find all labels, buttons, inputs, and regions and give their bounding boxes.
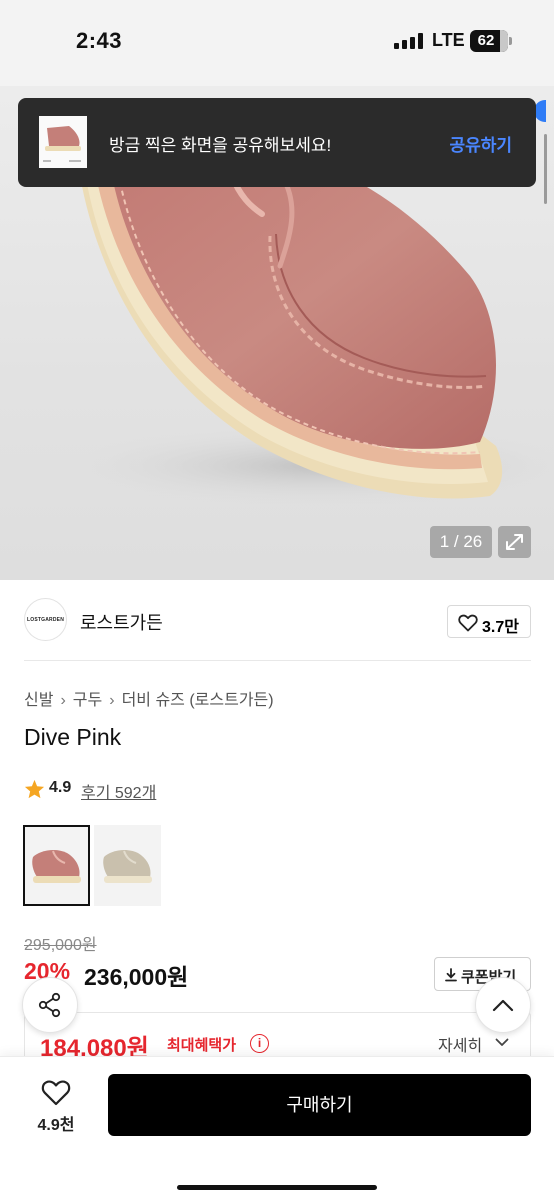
- share-icon: [38, 992, 61, 1018]
- star-icon: [24, 779, 45, 799]
- home-indicator: [177, 1185, 377, 1190]
- heart-icon: [41, 1080, 71, 1106]
- detail-label: 자세히: [438, 1038, 483, 1055]
- breadcrumb: 신발 › 구두 › 더비 슈즈 (로스트가든): [24, 686, 274, 710]
- download-icon: [445, 968, 457, 982]
- signal-icon: [394, 33, 424, 49]
- battery-icon: 62: [470, 30, 512, 52]
- sale-price: 236,000원: [84, 964, 189, 990]
- product-title: Dive Pink: [24, 724, 122, 750]
- screenshot-thumbnail: [39, 116, 87, 168]
- brand-like-button[interactable]: 3.7만: [447, 605, 531, 638]
- breadcrumb-item[interactable]: 구두: [73, 692, 102, 709]
- benefit-detail-button[interactable]: 자세히: [438, 1032, 509, 1056]
- buy-button[interactable]: 구매하기: [108, 1074, 531, 1136]
- scroll-top-fab[interactable]: [475, 977, 531, 1033]
- network-label: LTE: [432, 30, 465, 50]
- divider: [24, 660, 531, 661]
- wishlist-button[interactable]: 4.9천: [26, 1075, 86, 1139]
- info-icon[interactable]: i: [250, 1034, 269, 1053]
- chevron-right-icon: ›: [60, 692, 66, 709]
- max-benefit-label: 최대혜택가: [167, 1037, 237, 1054]
- brand-logo[interactable]: LOSTGARDEN: [24, 598, 67, 641]
- breadcrumb-item[interactable]: 신발: [24, 692, 53, 709]
- chevron-down-icon: [495, 1038, 509, 1046]
- chevron-up-icon: [492, 999, 514, 1012]
- battery-level: 62: [477, 32, 495, 49]
- color-swatch-beige[interactable]: [94, 825, 161, 906]
- toast-message: 방금 찍은 화면을 공유해보세요!: [109, 136, 332, 155]
- status-bar: 2:43 LTE 62: [0, 0, 554, 86]
- image-counter: 1 / 26: [430, 526, 492, 558]
- color-swatch-pink[interactable]: [23, 825, 90, 906]
- heart-icon: [458, 614, 478, 632]
- breadcrumb-item[interactable]: 더비 슈즈 (로스트가든): [122, 692, 274, 709]
- screenshot-share-toast: 방금 찍은 화면을 공유해보세요! 공유하기: [18, 98, 536, 187]
- brand-name[interactable]: 로스트가든: [80, 609, 163, 635]
- share-fab[interactable]: [22, 977, 78, 1033]
- review-link[interactable]: 후기 592개: [81, 779, 156, 803]
- wishlist-count: 4.9천: [37, 1117, 75, 1134]
- chevron-right-icon: ›: [109, 692, 115, 709]
- bottom-action-bar: 4.9천 구매하기: [0, 1056, 554, 1200]
- expand-icon[interactable]: [498, 526, 531, 558]
- status-time: 2:43: [76, 28, 123, 53]
- brand-row: LOSTGARDEN 로스트가든 3.7만: [0, 580, 554, 662]
- brand-like-count: 3.7만: [482, 619, 519, 636]
- share-button[interactable]: 공유하기: [449, 131, 512, 156]
- scroll-indicator: [544, 134, 547, 204]
- original-price: 295,000원: [24, 937, 97, 954]
- rating-score: 4.9: [49, 779, 72, 796]
